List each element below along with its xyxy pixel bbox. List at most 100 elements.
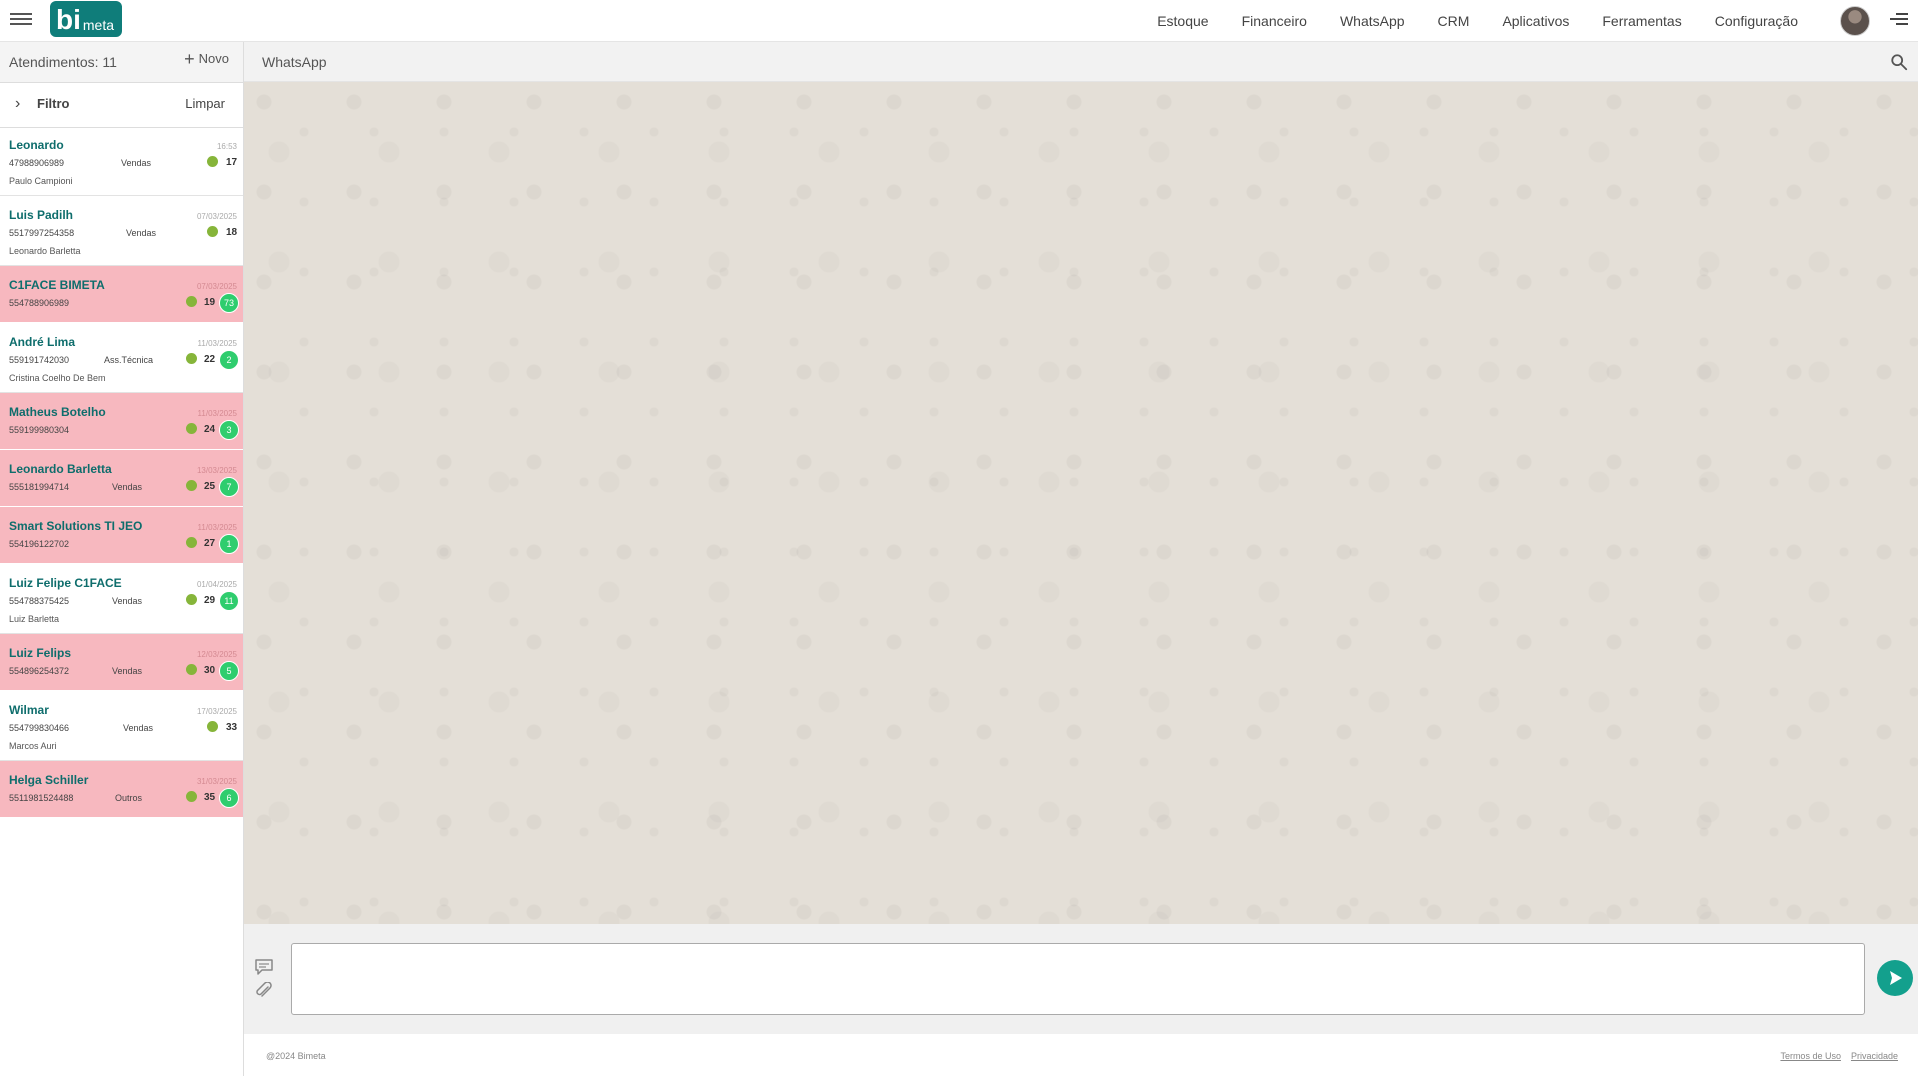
nav-estoque[interactable]: Estoque xyxy=(1157,13,1208,29)
list-item[interactable]: Luiz Felips 554896254372 Vendas 12/03/20… xyxy=(0,634,243,691)
list-item[interactable]: Leonardo Barletta 555181994714 Vendas 13… xyxy=(0,450,243,507)
logo-bi: bi xyxy=(56,4,81,35)
paperclip-icon[interactable] xyxy=(254,982,274,1000)
contact-name: Smart Solutions TI JEO xyxy=(9,519,143,533)
user-avatar[interactable] xyxy=(1840,6,1870,36)
last-message-time: 07/03/2025 xyxy=(196,212,237,221)
unread-badge: 2 xyxy=(219,350,239,370)
status-dot xyxy=(186,791,197,802)
contact-name: Leonardo Barletta xyxy=(9,462,112,476)
assigned-agent: Leonardo Barletta xyxy=(9,246,81,256)
conversation-sidebar: Atendimentos: 11 + Novo › Filtro Limpar … xyxy=(0,42,244,1076)
ticket-number: 30 xyxy=(204,665,216,676)
filter-label[interactable]: Filtro xyxy=(37,96,70,111)
contact-phone: 554799830466 xyxy=(9,723,70,733)
unread-badge: 3 xyxy=(219,420,239,440)
status-dot xyxy=(207,721,218,732)
list-item[interactable]: André Lima 559191742030 Ass.Técnica Cris… xyxy=(0,323,243,393)
last-message-time: 11/03/2025 xyxy=(197,409,237,418)
chevron-right-icon[interactable]: › xyxy=(15,95,20,113)
contact-phone: 559191742030 xyxy=(9,355,70,365)
status-dot xyxy=(186,594,197,605)
sidebar-header: Atendimentos: 11 + Novo xyxy=(0,42,243,83)
filter-row: › Filtro Limpar xyxy=(0,83,243,128)
status-dot xyxy=(186,423,197,434)
contact-department: Vendas xyxy=(126,228,157,238)
contact-name: C1FACE BIMETA xyxy=(9,278,105,292)
unread-badge: 7 xyxy=(219,477,239,497)
contact-department: Outros xyxy=(115,793,143,803)
contact-name: Luiz Felipe C1FACE xyxy=(9,576,122,590)
contact-name: Leonardo xyxy=(9,138,64,152)
clear-filter-button[interactable]: Limpar xyxy=(185,96,225,111)
ticket-number: 24 xyxy=(204,424,216,435)
assigned-agent: Cristina Coelho De Bem xyxy=(9,373,106,383)
contact-name: Luiz Felips xyxy=(9,646,72,660)
list-item[interactable]: Luiz Felipe C1FACE 554788375425 Vendas L… xyxy=(0,564,243,634)
contact-department: Vendas xyxy=(112,666,143,676)
contact-phone: 554788375425 xyxy=(9,596,70,606)
logo[interactable]: bi meta xyxy=(50,1,122,37)
main-nav: Estoque Financeiro WhatsApp CRM Aplicati… xyxy=(1157,0,1798,42)
last-message-time: 11/03/2025 xyxy=(197,523,237,532)
nav-aplicativos[interactable]: Aplicativos xyxy=(1502,13,1569,29)
contact-name: Matheus Botelho xyxy=(9,405,106,419)
ticket-number: 22 xyxy=(204,354,216,365)
contact-name: Luis Padilh xyxy=(9,208,74,222)
list-item[interactable]: Helga Schiller 5511981524488 Outros 31/0… xyxy=(0,761,243,818)
contact-phone: 559199980304 xyxy=(9,425,70,435)
contact-phone: 5517997254358 xyxy=(9,228,75,238)
assigned-agent: Luiz Barletta xyxy=(9,614,60,624)
last-message-time: 07/03/2025 xyxy=(196,282,237,291)
last-message-time: 12/03/2025 xyxy=(196,650,237,659)
unread-badge: 5 xyxy=(219,661,239,681)
menu-icon[interactable] xyxy=(1890,13,1908,29)
send-icon xyxy=(1890,971,1902,985)
privacy-link[interactable]: Privacidade xyxy=(1851,1051,1898,1061)
nav-configuracao[interactable]: Configuração xyxy=(1715,13,1798,29)
logo-meta: meta xyxy=(82,17,115,33)
nav-ferramentas[interactable]: Ferramentas xyxy=(1602,13,1681,29)
list-item[interactable]: Wilmar 554799830466 Vendas Marcos Auri 1… xyxy=(0,691,243,761)
contact-department: Vendas xyxy=(112,596,143,606)
contact-phone: 555181994714 xyxy=(9,482,70,492)
send-button[interactable] xyxy=(1877,960,1913,996)
ticket-number: 25 xyxy=(204,481,216,492)
nav-crm[interactable]: CRM xyxy=(1438,13,1470,29)
ticket-number: 18 xyxy=(226,227,238,238)
last-message-time: 13/03/2025 xyxy=(196,466,237,475)
message-input[interactable] xyxy=(291,943,1865,1015)
message-icon[interactable] xyxy=(254,958,274,976)
nav-financeiro[interactable]: Financeiro xyxy=(1242,13,1307,29)
conversation-list: Leonardo 47988906989 Vendas Paulo Campio… xyxy=(0,126,243,818)
contact-phone: 554896254372 xyxy=(9,666,70,676)
search-icon[interactable] xyxy=(1890,53,1908,71)
chat-title: WhatsApp xyxy=(262,54,327,70)
list-item[interactable]: C1FACE BIMETA 554788906989 07/03/2025 19… xyxy=(0,266,243,323)
footer-links: Termos de Uso Privacidade xyxy=(1780,1051,1898,1061)
status-dot xyxy=(207,156,218,167)
list-item[interactable]: Smart Solutions TI JEO 554196122702 11/0… xyxy=(0,507,243,564)
copyright-text: @2024 Bimeta xyxy=(266,1051,326,1061)
contact-department: Vendas xyxy=(123,723,154,733)
hamburger-icon[interactable] xyxy=(10,10,32,30)
contact-department: Vendas xyxy=(121,158,152,168)
list-item[interactable]: Leonardo 47988906989 Vendas Paulo Campio… xyxy=(0,126,243,196)
terms-link[interactable]: Termos de Uso xyxy=(1780,1051,1841,1061)
ticket-number: 33 xyxy=(226,722,238,733)
ticket-number: 29 xyxy=(204,595,216,606)
top-navbar: bi meta Estoque Financeiro WhatsApp CRM … xyxy=(0,0,1918,42)
contact-phone: 554788906989 xyxy=(9,298,70,308)
new-conversation-button[interactable]: + Novo xyxy=(184,50,229,68)
list-item[interactable]: Luis Padilh 5517997254358 Vendas Leonard… xyxy=(0,196,243,266)
ticket-number: 35 xyxy=(204,792,216,803)
contact-phone: 47988906989 xyxy=(9,158,65,168)
list-item[interactable]: Matheus Botelho 559199980304 11/03/2025 … xyxy=(0,393,243,450)
status-dot xyxy=(186,480,197,491)
last-message-time: 31/03/2025 xyxy=(196,777,237,786)
last-message-time: 16:53 xyxy=(216,142,237,151)
assigned-agent: Paulo Campioni xyxy=(9,176,73,186)
status-dot xyxy=(186,537,197,548)
nav-whatsapp[interactable]: WhatsApp xyxy=(1340,13,1405,29)
assigned-agent: Marcos Auri xyxy=(9,741,57,751)
